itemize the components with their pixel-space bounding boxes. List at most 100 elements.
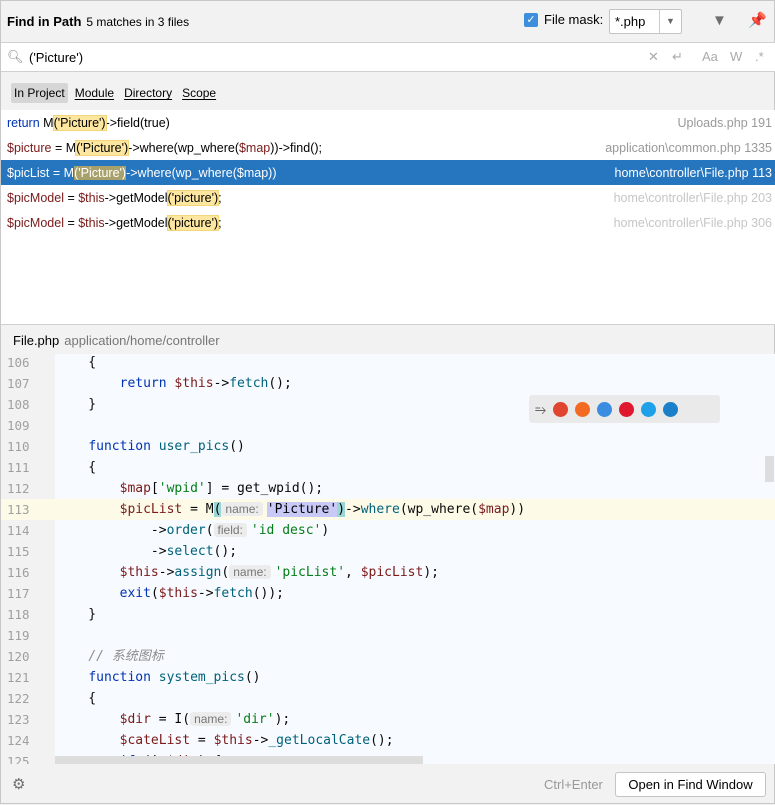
code-line: 106 { [1, 354, 775, 373]
line-number: 120 [7, 649, 30, 664]
code-token: )) [268, 165, 277, 180]
line-number: 107 [7, 376, 30, 391]
result-row[interactable]: $picModel = $this->getModel('picture'); h… [1, 210, 775, 235]
code-token: $map [236, 165, 269, 180]
code-token: ] = get_wpid(); [205, 481, 324, 496]
code-token: } [57, 607, 97, 622]
tab-directory[interactable]: Directory [121, 83, 175, 103]
result-code: $picModel = $this->getModel('picture'); [7, 189, 222, 206]
code-line: 124 $cateList = $this->_getLocalCate(); [1, 730, 775, 751]
code-token: ( [205, 523, 214, 538]
line-number: 123 [7, 712, 30, 727]
newline-icon[interactable]: ↵ [672, 49, 683, 65]
clear-icon[interactable]: ✕ [648, 49, 659, 65]
line-number: 122 [7, 691, 30, 706]
code-line: 123 $dir = I(name:'dir'); [1, 709, 775, 730]
file-mask-checkbox[interactable]: ✓ [524, 12, 538, 27]
code-token: _getLocalCate [268, 733, 371, 748]
ie-icon[interactable] [641, 401, 657, 417]
pin-icon[interactable]: 📌 [748, 11, 767, 29]
tab-in-project[interactable]: In Project [11, 83, 68, 103]
code-token: M [43, 115, 54, 130]
match-count: 5 matches in 3 files [86, 14, 190, 29]
code-line: 122 { [1, 688, 775, 709]
code-token: [ [150, 481, 159, 496]
code-line: 114 ->order(field:'id desc') [1, 520, 775, 541]
filter-icon[interactable]: ▼ [712, 12, 727, 29]
result-row[interactable]: $picList = M('Picture')->where(wp_where(… [1, 160, 775, 185]
code-line: 115 ->select(); [1, 541, 775, 562]
firefox-icon[interactable] [575, 401, 591, 417]
result-code: $picList = M('Picture')->where(wp_where(… [7, 165, 277, 180]
footer: ⚙ Ctrl+Enter Open in Find Window [1, 764, 775, 805]
horizontal-scrollbar[interactable] [55, 756, 423, 764]
result-row[interactable]: $picModel = $this->getModel('picture'); h… [1, 185, 775, 210]
regex-button[interactable]: .* [755, 49, 764, 64]
code-token: () [244, 670, 261, 685]
result-location: Uploads.php 191 [677, 115, 772, 130]
open-in-find-window-button[interactable]: Open in Find Window [615, 772, 766, 797]
code-line: 113 $picList = M(name: 'Picture')->where(… [1, 499, 775, 520]
result-row[interactable]: $picture = M('Picture')->where(wp_where(… [1, 135, 775, 160]
file-mask-value[interactable]: *.php [610, 14, 659, 29]
code-token: -> [197, 586, 214, 601]
code-token: = M [182, 502, 214, 517]
wrap-icon[interactable]: ⥱ [535, 401, 546, 418]
code-token: order [166, 523, 206, 538]
code-token: ->where(wp_where( [128, 140, 239, 155]
line-number: 112 [7, 481, 30, 496]
result-row[interactable]: return M('Picture')->field(true) Uploads.… [1, 110, 775, 135]
code-token: fetch [229, 376, 269, 391]
code-line: 107 return $this->fetch(); [1, 373, 775, 394]
file-mask-toggle[interactable]: ✓ File mask: [524, 12, 603, 27]
tab-scope[interactable]: Scope [179, 83, 219, 103]
code-preview[interactable]: 106 {107 return $this->fetch(); 108 } 109 1… [1, 354, 775, 764]
code-token: (); [213, 544, 238, 559]
match-case-button[interactable]: Aa [702, 49, 718, 64]
result-location: application\common.php 1335 [605, 140, 772, 155]
line-number: 111 [7, 460, 30, 475]
code-token: $this [78, 190, 105, 205]
code-token: $map [119, 481, 151, 496]
line-number: 114 [7, 523, 30, 538]
code-token: 'Picture' [266, 502, 338, 517]
gear-icon[interactable]: ⚙ [12, 775, 25, 793]
file-mask-combo[interactable]: *.php ▼ [609, 9, 682, 34]
code-token: exit [119, 586, 151, 601]
shortcut-hint: Ctrl+Enter [544, 777, 603, 792]
opera-icon[interactable] [619, 401, 635, 417]
code-token: ) [337, 502, 346, 517]
search-icon[interactable]: 🔍︎ [7, 49, 29, 65]
code-token: $cateList [119, 733, 191, 748]
results-list: return M('Picture')->field(true) Uploads.… [1, 110, 775, 325]
match-highlight: ('Picture') [52, 114, 107, 131]
result-location: home\controller\File.php 306 [613, 215, 772, 230]
code-token: } [57, 397, 97, 412]
whole-words-button[interactable]: W [730, 49, 742, 64]
chrome-icon[interactable] [553, 401, 569, 417]
code-token: assign [174, 565, 222, 580]
code-line: 118 } [1, 604, 775, 625]
code-token: ; [218, 215, 222, 230]
chevron-down-icon[interactable]: ▼ [659, 10, 681, 33]
safari-icon[interactable] [597, 401, 613, 417]
search-input[interactable] [29, 49, 589, 65]
code-token: return [119, 376, 175, 391]
code-token: ->field(true) [105, 115, 170, 130]
code-token: $picModel [7, 215, 64, 230]
code-token: (); [370, 733, 394, 748]
tab-module[interactable]: Module [72, 83, 117, 103]
vertical-scrollbar[interactable] [765, 456, 774, 482]
code-token: = [190, 733, 214, 748]
code-token: { [57, 460, 97, 475]
result-location: home\controller\File.php 203 [613, 190, 772, 205]
code-line: 121 function system_pics() [1, 667, 775, 688]
line-number: 121 [7, 670, 30, 685]
edge-icon[interactable] [663, 401, 679, 417]
code-token: $this [158, 586, 198, 601]
